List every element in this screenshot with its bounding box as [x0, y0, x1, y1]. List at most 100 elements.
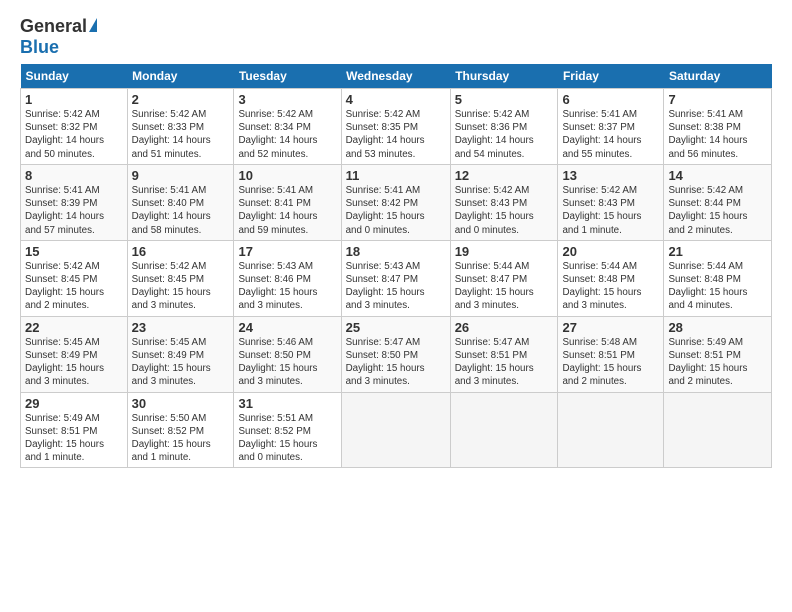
day-number: 19 [455, 244, 554, 259]
calendar-cell: 30Sunrise: 5:50 AM Sunset: 8:52 PM Dayli… [127, 392, 234, 468]
day-number: 15 [25, 244, 123, 259]
calendar-cell: 7Sunrise: 5:41 AM Sunset: 8:38 PM Daylig… [664, 89, 772, 165]
day-number: 5 [455, 92, 554, 107]
calendar-cell: 2Sunrise: 5:42 AM Sunset: 8:33 PM Daylig… [127, 89, 234, 165]
day-detail: Sunrise: 5:41 AM Sunset: 8:38 PM Dayligh… [668, 108, 767, 161]
day-number: 13 [562, 168, 659, 183]
calendar-cell: 22Sunrise: 5:45 AM Sunset: 8:49 PM Dayli… [21, 316, 128, 392]
calendar-cell: 13Sunrise: 5:42 AM Sunset: 8:43 PM Dayli… [558, 164, 664, 240]
day-detail: Sunrise: 5:41 AM Sunset: 8:37 PM Dayligh… [562, 108, 659, 161]
calendar-cell: 16Sunrise: 5:42 AM Sunset: 8:45 PM Dayli… [127, 240, 234, 316]
calendar-cell: 18Sunrise: 5:43 AM Sunset: 8:47 PM Dayli… [341, 240, 450, 316]
day-detail: Sunrise: 5:41 AM Sunset: 8:40 PM Dayligh… [132, 184, 230, 237]
calendar-week-row: 22Sunrise: 5:45 AM Sunset: 8:49 PM Dayli… [21, 316, 772, 392]
day-number: 28 [668, 320, 767, 335]
day-number: 27 [562, 320, 659, 335]
calendar-cell: 19Sunrise: 5:44 AM Sunset: 8:47 PM Dayli… [450, 240, 558, 316]
calendar-cell: 31Sunrise: 5:51 AM Sunset: 8:52 PM Dayli… [234, 392, 341, 468]
day-number: 18 [346, 244, 446, 259]
weekday-header-sunday: Sunday [21, 64, 128, 89]
day-detail: Sunrise: 5:42 AM Sunset: 8:36 PM Dayligh… [455, 108, 554, 161]
calendar-cell: 1Sunrise: 5:42 AM Sunset: 8:32 PM Daylig… [21, 89, 128, 165]
day-number: 6 [562, 92, 659, 107]
weekday-header-monday: Monday [127, 64, 234, 89]
calendar-cell: 26Sunrise: 5:47 AM Sunset: 8:51 PM Dayli… [450, 316, 558, 392]
day-detail: Sunrise: 5:51 AM Sunset: 8:52 PM Dayligh… [238, 412, 336, 465]
day-detail: Sunrise: 5:41 AM Sunset: 8:42 PM Dayligh… [346, 184, 446, 237]
day-detail: Sunrise: 5:42 AM Sunset: 8:45 PM Dayligh… [132, 260, 230, 313]
day-detail: Sunrise: 5:42 AM Sunset: 8:33 PM Dayligh… [132, 108, 230, 161]
day-detail: Sunrise: 5:42 AM Sunset: 8:43 PM Dayligh… [562, 184, 659, 237]
day-detail: Sunrise: 5:46 AM Sunset: 8:50 PM Dayligh… [238, 336, 336, 389]
calendar-cell: 25Sunrise: 5:47 AM Sunset: 8:50 PM Dayli… [341, 316, 450, 392]
logo-general: General [20, 16, 87, 37]
calendar-week-row: 15Sunrise: 5:42 AM Sunset: 8:45 PM Dayli… [21, 240, 772, 316]
day-number: 7 [668, 92, 767, 107]
day-number: 2 [132, 92, 230, 107]
day-detail: Sunrise: 5:48 AM Sunset: 8:51 PM Dayligh… [562, 336, 659, 389]
calendar-cell: 4Sunrise: 5:42 AM Sunset: 8:35 PM Daylig… [341, 89, 450, 165]
calendar-cell: 6Sunrise: 5:41 AM Sunset: 8:37 PM Daylig… [558, 89, 664, 165]
day-number: 1 [25, 92, 123, 107]
calendar-cell: 23Sunrise: 5:45 AM Sunset: 8:49 PM Dayli… [127, 316, 234, 392]
day-detail: Sunrise: 5:44 AM Sunset: 8:48 PM Dayligh… [562, 260, 659, 313]
calendar-cell: 27Sunrise: 5:48 AM Sunset: 8:51 PM Dayli… [558, 316, 664, 392]
day-detail: Sunrise: 5:42 AM Sunset: 8:43 PM Dayligh… [455, 184, 554, 237]
day-detail: Sunrise: 5:47 AM Sunset: 8:51 PM Dayligh… [455, 336, 554, 389]
day-detail: Sunrise: 5:49 AM Sunset: 8:51 PM Dayligh… [668, 336, 767, 389]
weekday-header-saturday: Saturday [664, 64, 772, 89]
day-detail: Sunrise: 5:49 AM Sunset: 8:51 PM Dayligh… [25, 412, 123, 465]
calendar-cell: 14Sunrise: 5:42 AM Sunset: 8:44 PM Dayli… [664, 164, 772, 240]
day-number: 31 [238, 396, 336, 411]
calendar-cell [664, 392, 772, 468]
day-detail: Sunrise: 5:41 AM Sunset: 8:41 PM Dayligh… [238, 184, 336, 237]
calendar-week-row: 29Sunrise: 5:49 AM Sunset: 8:51 PM Dayli… [21, 392, 772, 468]
calendar-cell: 29Sunrise: 5:49 AM Sunset: 8:51 PM Dayli… [21, 392, 128, 468]
day-detail: Sunrise: 5:41 AM Sunset: 8:39 PM Dayligh… [25, 184, 123, 237]
day-detail: Sunrise: 5:50 AM Sunset: 8:52 PM Dayligh… [132, 412, 230, 465]
day-detail: Sunrise: 5:45 AM Sunset: 8:49 PM Dayligh… [132, 336, 230, 389]
calendar-cell: 20Sunrise: 5:44 AM Sunset: 8:48 PM Dayli… [558, 240, 664, 316]
day-detail: Sunrise: 5:43 AM Sunset: 8:46 PM Dayligh… [238, 260, 336, 313]
day-number: 24 [238, 320, 336, 335]
calendar-cell: 8Sunrise: 5:41 AM Sunset: 8:39 PM Daylig… [21, 164, 128, 240]
day-number: 22 [25, 320, 123, 335]
day-number: 20 [562, 244, 659, 259]
day-number: 9 [132, 168, 230, 183]
day-detail: Sunrise: 5:45 AM Sunset: 8:49 PM Dayligh… [25, 336, 123, 389]
day-detail: Sunrise: 5:42 AM Sunset: 8:34 PM Dayligh… [238, 108, 336, 161]
day-number: 23 [132, 320, 230, 335]
day-detail: Sunrise: 5:42 AM Sunset: 8:35 PM Dayligh… [346, 108, 446, 161]
calendar-cell: 12Sunrise: 5:42 AM Sunset: 8:43 PM Dayli… [450, 164, 558, 240]
day-number: 10 [238, 168, 336, 183]
calendar-cell: 5Sunrise: 5:42 AM Sunset: 8:36 PM Daylig… [450, 89, 558, 165]
weekday-header-thursday: Thursday [450, 64, 558, 89]
calendar-week-row: 8Sunrise: 5:41 AM Sunset: 8:39 PM Daylig… [21, 164, 772, 240]
logo-icon [89, 18, 97, 32]
calendar-cell: 3Sunrise: 5:42 AM Sunset: 8:34 PM Daylig… [234, 89, 341, 165]
day-number: 30 [132, 396, 230, 411]
day-number: 16 [132, 244, 230, 259]
day-detail: Sunrise: 5:44 AM Sunset: 8:48 PM Dayligh… [668, 260, 767, 313]
calendar-cell: 17Sunrise: 5:43 AM Sunset: 8:46 PM Dayli… [234, 240, 341, 316]
calendar-cell: 10Sunrise: 5:41 AM Sunset: 8:41 PM Dayli… [234, 164, 341, 240]
day-detail: Sunrise: 5:44 AM Sunset: 8:47 PM Dayligh… [455, 260, 554, 313]
day-detail: Sunrise: 5:47 AM Sunset: 8:50 PM Dayligh… [346, 336, 446, 389]
logo: General Blue [20, 16, 97, 58]
calendar-cell: 21Sunrise: 5:44 AM Sunset: 8:48 PM Dayli… [664, 240, 772, 316]
page: General Blue SundayMondayTuesdayWednesda… [0, 0, 792, 478]
day-number: 12 [455, 168, 554, 183]
day-number: 3 [238, 92, 336, 107]
calendar-cell [341, 392, 450, 468]
day-detail: Sunrise: 5:42 AM Sunset: 8:32 PM Dayligh… [25, 108, 123, 161]
header: General Blue [20, 16, 772, 58]
weekday-header-row: SundayMondayTuesdayWednesdayThursdayFrid… [21, 64, 772, 89]
day-number: 11 [346, 168, 446, 183]
day-detail: Sunrise: 5:43 AM Sunset: 8:47 PM Dayligh… [346, 260, 446, 313]
logo-blue: Blue [20, 37, 59, 58]
calendar-cell: 24Sunrise: 5:46 AM Sunset: 8:50 PM Dayli… [234, 316, 341, 392]
calendar-table: SundayMondayTuesdayWednesdayThursdayFrid… [20, 64, 772, 468]
calendar-cell: 28Sunrise: 5:49 AM Sunset: 8:51 PM Dayli… [664, 316, 772, 392]
day-detail: Sunrise: 5:42 AM Sunset: 8:45 PM Dayligh… [25, 260, 123, 313]
weekday-header-tuesday: Tuesday [234, 64, 341, 89]
